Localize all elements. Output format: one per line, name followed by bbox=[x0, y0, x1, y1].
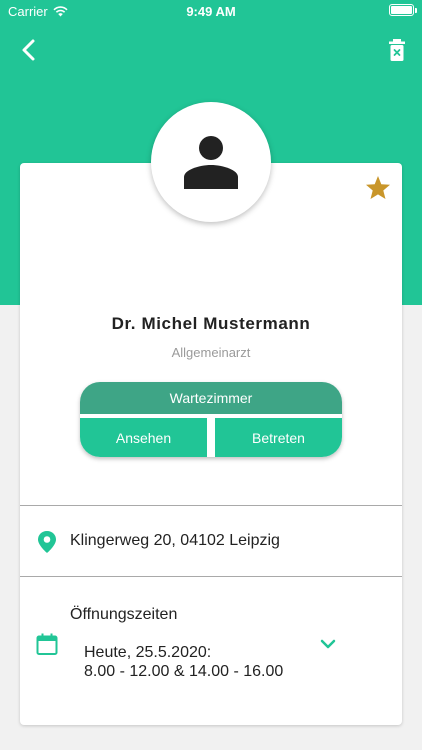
battery-icon bbox=[389, 4, 414, 16]
calendar-icon bbox=[35, 632, 59, 656]
person-icon bbox=[184, 136, 238, 189]
avatar bbox=[151, 102, 271, 222]
enter-waiting-room-button[interactable]: Betreten bbox=[215, 418, 342, 457]
expand-hours-button[interactable] bbox=[318, 634, 338, 654]
opening-hours-time: 8.00 - 12.00 & 14.00 - 16.00 bbox=[84, 663, 284, 680]
star-icon bbox=[366, 176, 390, 199]
doctor-specialty: Allgemeinarzt bbox=[171, 345, 251, 360]
opening-hours-title: Öffnungszeiten bbox=[70, 606, 178, 623]
back-button[interactable] bbox=[16, 36, 44, 64]
location-pin-icon bbox=[36, 530, 58, 554]
chevron-left-icon bbox=[22, 39, 35, 61]
favorite-button[interactable] bbox=[364, 174, 392, 202]
doctor-name: Dr. Michel Mustermann bbox=[111, 314, 311, 333]
waiting-room-group: Wartezimmer Ansehen Betreten bbox=[80, 382, 342, 457]
opening-hours-day: Heute, 25.5.2020: bbox=[84, 644, 212, 661]
address-text[interactable]: Klingerweg 20, 04102 Leipzig bbox=[70, 532, 280, 550]
section-divider bbox=[20, 505, 402, 506]
battery-tip bbox=[415, 8, 417, 13]
status-bar: Carrier 9:49 AM bbox=[0, 0, 422, 24]
trash-icon bbox=[389, 39, 405, 61]
section-divider bbox=[20, 576, 402, 577]
view-waiting-room-button[interactable]: Ansehen bbox=[80, 418, 207, 457]
chevron-down-icon bbox=[320, 639, 336, 649]
waiting-room-button-divider bbox=[207, 418, 215, 457]
status-time: 9:49 AM bbox=[186, 4, 236, 19]
waiting-room-title: Wartezimmer bbox=[80, 382, 342, 414]
delete-button[interactable] bbox=[386, 38, 408, 62]
